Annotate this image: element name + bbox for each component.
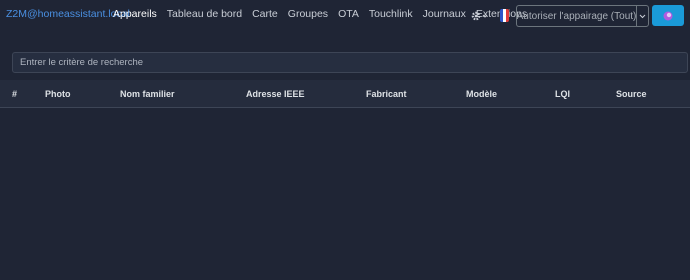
column-header-model[interactable]: Modèle [466, 89, 497, 99]
nav-link-groups[interactable]: Groupes [288, 8, 328, 20]
column-header-photo[interactable]: Photo [45, 89, 71, 99]
column-header-manufacturer[interactable]: Fabricant [366, 89, 407, 99]
column-header-source[interactable]: Source [616, 89, 647, 99]
nav-link-ota[interactable]: OTA [338, 8, 359, 20]
french-flag-icon[interactable] [500, 9, 509, 22]
column-header-ieee-address[interactable]: Adresse IEEE [246, 89, 305, 99]
navbar: Z2M@homeassistant.local Appareils Tablea… [0, 0, 690, 32]
magic-wand-icon [663, 11, 673, 20]
chevron-down-icon [639, 14, 646, 18]
column-header-friendly-name[interactable]: Nom familier [120, 89, 175, 99]
nav-link-touchlink[interactable]: Touchlink [369, 8, 413, 20]
column-header-number[interactable]: # [12, 89, 17, 99]
gear-icon [471, 11, 488, 21]
nav-link-map[interactable]: Carte [252, 8, 278, 20]
permit-join-label: Autoriser l'appairage (Tout) [516, 10, 637, 22]
brand-link[interactable]: Z2M@homeassistant.local [6, 8, 130, 20]
permit-join-toggle-button[interactable] [652, 5, 684, 26]
nav-link-logs[interactable]: Journaux [423, 8, 466, 20]
nav-link-dashboard[interactable]: Tableau de bord [167, 8, 242, 20]
nav-link-devices[interactable]: Appareils [113, 8, 157, 20]
devices-table-header: # Photo Nom familier Adresse IEEE Fabric… [0, 80, 690, 108]
permit-join-dropdown[interactable] [636, 5, 649, 27]
permit-join-button[interactable]: Autoriser l'appairage (Tout) [516, 5, 636, 27]
search-input[interactable]: Entrer le critère de recherche [12, 52, 688, 73]
search-placeholder: Entrer le critère de recherche [20, 57, 144, 68]
column-header-lqi[interactable]: LQI [555, 89, 570, 99]
settings-dropdown[interactable] [470, 9, 488, 21]
